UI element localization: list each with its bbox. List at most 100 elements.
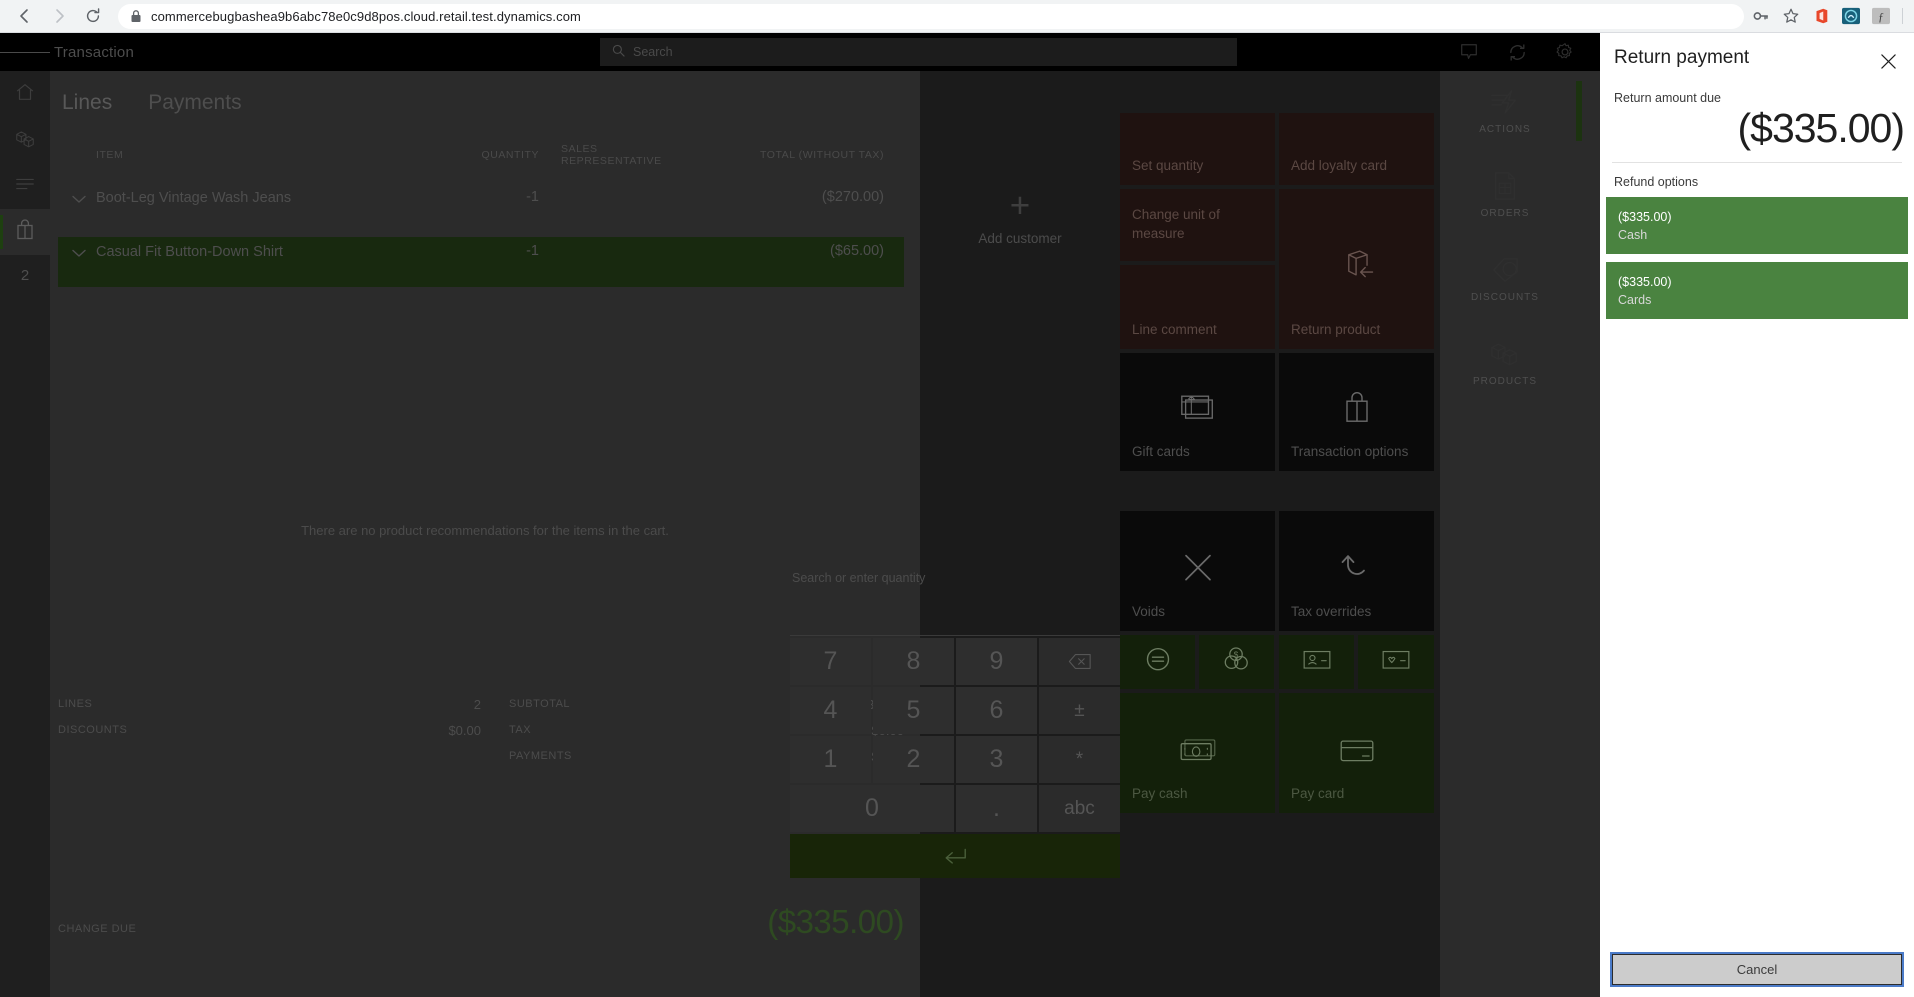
forward-arrow-icon[interactable] bbox=[42, 2, 76, 30]
change-due-value: ($335.00) bbox=[767, 903, 904, 940]
url-text: commercebugbashea9b6abc78e0c9d8pos.cloud… bbox=[151, 8, 581, 24]
key-7[interactable]: 7 bbox=[790, 638, 871, 685]
key-icon[interactable] bbox=[1746, 2, 1776, 30]
refund-option-cash[interactable]: ($335.00) Cash bbox=[1606, 197, 1908, 254]
discount-tag-icon bbox=[1450, 253, 1560, 287]
rail-item-products[interactable]: PRODUCTS bbox=[1450, 337, 1560, 387]
cart-item-quantity: -1 bbox=[526, 243, 539, 259]
rail-item-actions[interactable]: ACTIONS bbox=[1450, 81, 1582, 141]
products-cubes-icon bbox=[13, 127, 37, 154]
rail-item-orders[interactable]: ORDERS bbox=[1450, 169, 1560, 219]
tile-label: Transaction options bbox=[1291, 444, 1409, 459]
tile-line-comment[interactable]: Line comment bbox=[1120, 265, 1275, 349]
close-x-icon[interactable] bbox=[1874, 47, 1902, 75]
column-header-sales-rep: SALES REPRESENTATIVE bbox=[561, 143, 662, 167]
chevron-down-icon[interactable] bbox=[58, 189, 96, 208]
page-title: Transaction bbox=[54, 43, 135, 61]
tile-pay-card[interactable]: Pay card bbox=[1279, 693, 1434, 813]
return-payment-panel: Return payment Return amount due ($335.0… bbox=[1600, 33, 1914, 997]
sidebar-item-products[interactable] bbox=[0, 117, 50, 163]
sync-icon[interactable] bbox=[1506, 41, 1528, 63]
extension-icon-2[interactable]: ƒ bbox=[1866, 2, 1896, 30]
rail-label: DISCOUNTS bbox=[1471, 292, 1539, 303]
hamburger-icon[interactable] bbox=[0, 33, 51, 71]
browser-toolbar: commercebugbashea9b6abc78e0c9d8pos.cloud… bbox=[0, 0, 1914, 33]
tile-label: Set quantity bbox=[1132, 158, 1204, 173]
quantity-search-input[interactable]: Search or enter quantity bbox=[790, 571, 1120, 585]
tile-currency-exchange[interactable]: $ bbox=[1199, 635, 1274, 689]
office-icon[interactable] bbox=[1806, 2, 1836, 30]
no-sale-icon bbox=[1120, 645, 1195, 673]
tile-label: Tax overrides bbox=[1291, 604, 1372, 619]
key-8[interactable]: 8 bbox=[873, 638, 954, 685]
tile-id-card[interactable] bbox=[1279, 635, 1354, 689]
feedback-icon[interactable] bbox=[1458, 41, 1480, 63]
tile-add-loyalty-card[interactable]: Add loyalty card bbox=[1279, 113, 1434, 185]
sidebar-item-cart[interactable] bbox=[0, 209, 50, 255]
sidebar-item-home[interactable] bbox=[0, 71, 50, 117]
tile-transaction-options[interactable]: Transaction options bbox=[1279, 353, 1434, 471]
column-header-quantity: QUANTITY bbox=[481, 149, 539, 161]
cart-column-headers: ITEM QUANTITY SALES REPRESENTATIVE TOTAL… bbox=[58, 143, 904, 167]
sidebar-item-lines[interactable] bbox=[0, 163, 50, 209]
left-navigation-rail: 2 bbox=[0, 71, 50, 997]
tile-voids[interactable]: Voids bbox=[1120, 511, 1275, 631]
back-arrow-icon[interactable] bbox=[8, 2, 42, 30]
bookmark-star-icon[interactable] bbox=[1776, 2, 1806, 30]
key-2[interactable]: 2 bbox=[873, 736, 954, 783]
backspace-icon[interactable] bbox=[1039, 638, 1120, 685]
action-tiles: Set quantity Add loyalty card Change uni… bbox=[1120, 71, 1440, 997]
reload-icon[interactable] bbox=[76, 2, 110, 30]
cart-item-quantity: -1 bbox=[526, 189, 539, 205]
change-due-label: CHANGE DUE bbox=[58, 923, 137, 935]
tile-no-sale[interactable] bbox=[1120, 635, 1195, 689]
tile-set-quantity[interactable]: Set quantity bbox=[1120, 113, 1275, 185]
tile-label: Gift cards bbox=[1132, 444, 1190, 459]
lock-icon bbox=[130, 9, 142, 23]
table-row[interactable]: Casual Fit Button-Down Shirt -1 ($65.00) bbox=[58, 237, 904, 287]
refund-option-cards[interactable]: ($335.00) Cards bbox=[1606, 262, 1908, 319]
pos-application: Transaction Search 2 Lines Payments ITEM… bbox=[0, 33, 1600, 997]
tile-label: Return product bbox=[1291, 322, 1381, 337]
panel-header: Return payment bbox=[1600, 33, 1914, 75]
key-abc[interactable]: abc bbox=[1039, 785, 1120, 832]
pos-header: Transaction Search bbox=[0, 33, 1600, 71]
tile-gift-cards[interactable]: Gift cards bbox=[1120, 353, 1275, 471]
settings-gear-icon[interactable] bbox=[1554, 41, 1576, 63]
key-5[interactable]: 5 bbox=[873, 687, 954, 734]
tile-loyalty-card[interactable] bbox=[1358, 635, 1434, 689]
cancel-button[interactable]: Cancel bbox=[1610, 952, 1904, 987]
key-6[interactable]: 6 bbox=[956, 687, 1037, 734]
tile-pay-cash[interactable]: Pay cash bbox=[1120, 693, 1275, 813]
rail-item-discounts[interactable]: DISCOUNTS bbox=[1450, 253, 1560, 303]
key-plus-minus[interactable]: ± bbox=[1039, 687, 1120, 734]
tile-change-unit-of-measure[interactable]: Change unit of measure bbox=[1120, 189, 1275, 261]
key-9[interactable]: 9 bbox=[956, 638, 1037, 685]
search-placeholder: Search bbox=[633, 45, 673, 59]
extension-icon[interactable] bbox=[1836, 2, 1866, 30]
svg-text:$: $ bbox=[1233, 651, 1238, 660]
refund-options-label: Refund options bbox=[1614, 175, 1699, 189]
key-4[interactable]: 4 bbox=[790, 687, 871, 734]
key-decimal[interactable]: . bbox=[956, 785, 1037, 832]
tile-tax-overrides[interactable]: Tax overrides bbox=[1279, 511, 1434, 631]
key-asterisk[interactable]: * bbox=[1039, 736, 1120, 783]
key-1[interactable]: 1 bbox=[790, 736, 871, 783]
gift-card-icon bbox=[1120, 392, 1275, 426]
tab-lines[interactable]: Lines bbox=[58, 89, 116, 117]
tab-payments[interactable]: Payments bbox=[144, 89, 245, 117]
id-card-icon bbox=[1279, 649, 1354, 671]
chevron-down-icon[interactable] bbox=[58, 243, 96, 262]
tile-return-product[interactable]: Return product bbox=[1279, 189, 1434, 349]
table-row[interactable]: Boot-Leg Vintage Wash Jeans -1 ($270.00) bbox=[58, 183, 904, 228]
address-bar[interactable]: commercebugbashea9b6abc78e0c9d8pos.cloud… bbox=[118, 3, 1744, 29]
cart-item-count: 2 bbox=[20, 266, 30, 284]
key-3[interactable]: 3 bbox=[956, 736, 1037, 783]
rail-label: ACTIONS bbox=[1479, 124, 1531, 135]
enter-arrow-icon[interactable] bbox=[790, 834, 1120, 878]
search-input[interactable]: Search bbox=[600, 38, 1237, 66]
key-0[interactable]: 0 bbox=[790, 785, 954, 832]
totals-summary: LINES 2 DISCOUNTS $0.00 SUBTOTAL ($335.0… bbox=[58, 691, 904, 769]
home-icon bbox=[14, 81, 36, 108]
shopping-bag-icon bbox=[14, 218, 36, 247]
